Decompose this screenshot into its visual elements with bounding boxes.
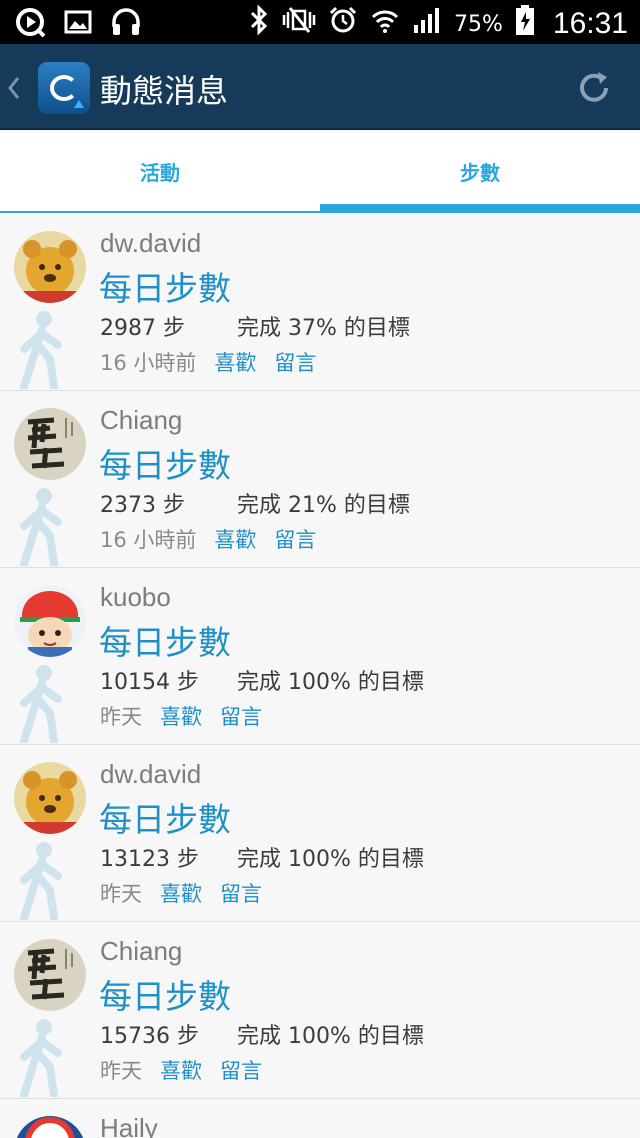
post-meta: 昨天 喜歡 留言 [100, 878, 262, 908]
walking-person-icon [14, 309, 70, 391]
image-icon [64, 9, 92, 43]
like-link[interactable]: 喜歡 [214, 524, 256, 554]
post-time: 昨天 [100, 705, 142, 729]
comment-link[interactable]: 留言 [274, 347, 316, 377]
feed-item[interactable]: kuobo 每日步數 10154 步 完成 100% 的目標 昨天 喜歡 留言 [0, 568, 640, 745]
tab-bar: 活動 步數 [0, 132, 640, 214]
alarm-icon [328, 5, 358, 43]
step-count: 13123 步 [100, 847, 199, 872]
play-circle-icon [14, 6, 46, 46]
haily-avatar[interactable] [14, 1116, 86, 1138]
goal-progress: 完成 37% 的目標 [237, 316, 410, 341]
comment-link[interactable]: 留言 [220, 1055, 262, 1085]
goal-progress: 完成 100% 的目標 [237, 1024, 424, 1049]
tab-selected-indicator [320, 204, 640, 213]
post-headline[interactable]: 每日步數 [99, 616, 231, 664]
refresh-icon[interactable] [574, 68, 614, 108]
back-chevron-icon[interactable] [4, 68, 26, 108]
post-meta: 昨天 喜歡 留言 [100, 701, 262, 731]
feed-item[interactable]: dw.david 每日步數 13123 步 完成 100% 的目標 昨天 喜歡 … [0, 745, 640, 922]
tab-steps[interactable]: 步數 [320, 132, 640, 214]
user-name[interactable]: kuobo [100, 582, 171, 613]
calligraphy-avatar[interactable] [14, 939, 86, 1011]
like-link[interactable]: 喜歡 [214, 347, 256, 377]
feed-list[interactable]: dw.david 每日步數 2987 步 完成 37% 的目標 16 小時前 喜… [0, 214, 640, 1138]
bear-avatar[interactable] [14, 762, 86, 834]
user-name[interactable]: Chiang [100, 405, 182, 436]
step-count: 15736 步 [100, 1024, 199, 1049]
post-time: 16 小時前 [100, 351, 197, 375]
feed-item[interactable]: Chiang 每日步數 2373 步 完成 21% 的目標 16 小時前 喜歡 … [0, 391, 640, 568]
post-headline[interactable]: 每日步數 [99, 970, 231, 1018]
user-name[interactable]: Haily [100, 1113, 158, 1138]
bluetooth-icon [248, 4, 270, 43]
walking-person-icon [14, 1017, 70, 1099]
step-count: 2987 步 [100, 316, 185, 341]
goal-progress: 完成 21% 的目標 [237, 493, 410, 518]
user-name[interactable]: dw.david [100, 759, 201, 790]
post-time: 16 小時前 [100, 528, 197, 552]
post-meta: 16 小時前 喜歡 留言 [100, 524, 316, 554]
walking-person-icon [14, 486, 70, 568]
walking-person-icon [14, 663, 70, 745]
calligraphy-avatar[interactable] [14, 408, 86, 480]
like-link[interactable]: 喜歡 [160, 701, 202, 731]
comment-link[interactable]: 留言 [220, 701, 262, 731]
comment-link[interactable]: 留言 [220, 878, 262, 908]
wifi-icon [370, 5, 400, 43]
bear-avatar[interactable] [14, 231, 86, 303]
goal-progress: 完成 100% 的目標 [237, 670, 424, 695]
user-name[interactable]: Chiang [100, 936, 182, 967]
step-count: 2373 步 [100, 493, 185, 518]
comment-link[interactable]: 留言 [274, 524, 316, 554]
battery-icon [515, 4, 535, 44]
step-count: 10154 步 [100, 670, 199, 695]
headphones-icon [110, 7, 142, 45]
feed-item[interactable]: Haily [0, 1099, 640, 1138]
like-link[interactable]: 喜歡 [160, 878, 202, 908]
post-time: 昨天 [100, 882, 142, 906]
app-bar: 動態消息 [0, 44, 640, 130]
post-time: 昨天 [100, 1059, 142, 1083]
clock: 16:31 [552, 7, 628, 40]
post-meta: 16 小時前 喜歡 留言 [100, 347, 316, 377]
app-logo-icon[interactable] [38, 62, 90, 114]
like-link[interactable]: 喜歡 [160, 1055, 202, 1085]
feed-item[interactable]: Chiang 每日步數 15736 步 完成 100% 的目標 昨天 喜歡 留言 [0, 922, 640, 1099]
user-name[interactable]: dw.david [100, 228, 201, 259]
post-headline[interactable]: 每日步數 [99, 262, 231, 310]
status-bar: 75% 16:31 [0, 0, 640, 44]
tab-activity[interactable]: 活動 [0, 132, 320, 214]
feed-item[interactable]: dw.david 每日步數 2987 步 完成 37% 的目標 16 小時前 喜… [0, 214, 640, 391]
post-headline[interactable]: 每日步數 [99, 793, 231, 841]
goal-progress: 完成 100% 的目標 [237, 847, 424, 872]
signal-icon [412, 5, 442, 43]
battery-percent: 75% [454, 11, 503, 37]
post-headline[interactable]: 每日步數 [99, 439, 231, 487]
walking-person-icon [14, 840, 70, 922]
baseball-avatar[interactable] [14, 585, 86, 657]
post-meta: 昨天 喜歡 留言 [100, 1055, 262, 1085]
mute-vibrate-icon [282, 5, 316, 43]
page-title: 動態消息 [100, 72, 229, 110]
